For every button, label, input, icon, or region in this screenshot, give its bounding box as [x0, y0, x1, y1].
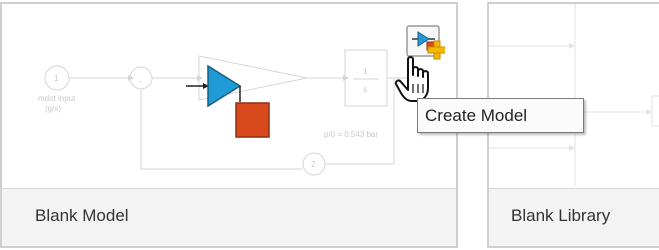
- create-model-tooltip: Create Model: [417, 98, 584, 133]
- integrator-block: [344, 49, 388, 107]
- inport-unit: (g/s): [45, 104, 61, 113]
- blank-library-thumbnail: [489, 4, 659, 186]
- inport-label: mdot input: [38, 94, 76, 103]
- blank-library-label: Blank Library: [511, 206, 611, 225]
- inport-number: 1: [54, 74, 59, 83]
- new-block-icon: [235, 102, 270, 138]
- blank-model-thumbnail: 1 mdot input (g/s) - 1 s p/0 = 0.543 bar…: [2, 4, 456, 186]
- library-diagram-preview: [489, 4, 659, 186]
- integrator-denominator: s: [363, 85, 367, 94]
- gain-block-icon: [207, 64, 242, 108]
- blank-model-label: Blank Model: [35, 206, 129, 225]
- outport-number: 2: [311, 160, 316, 169]
- pressure-readout: p/0 = 0.543 bar: [324, 130, 378, 139]
- sum-minus-sign: -: [139, 77, 142, 86]
- blank-library-footer: Blank Library: [489, 188, 659, 246]
- integrator-numerator: 1: [363, 67, 368, 76]
- blank-model-footer: Blank Model: [2, 188, 456, 246]
- model-diagram-preview: 1 mdot input (g/s) - 1 s p/0 = 0.543 bar…: [38, 49, 410, 176]
- blank-model-card[interactable]: 1 mdot input (g/s) - 1 s p/0 = 0.543 bar…: [0, 2, 458, 248]
